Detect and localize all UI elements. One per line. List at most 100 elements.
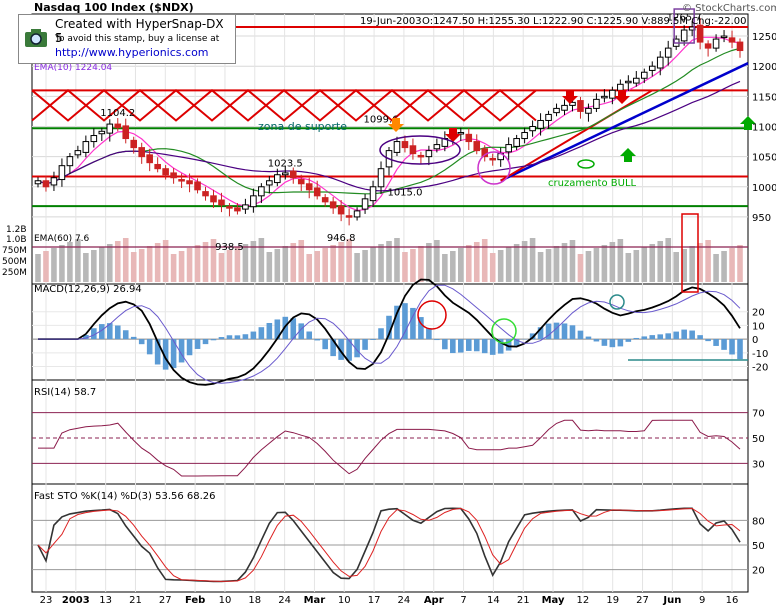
- volume-bar: [179, 251, 185, 282]
- macd-histogram-bar: [610, 339, 616, 347]
- volume-bar: [51, 248, 57, 282]
- x-tick-label: 27: [636, 595, 649, 606]
- volume-bar: [67, 242, 73, 282]
- candle-body: [346, 216, 352, 218]
- volume-bar: [378, 244, 384, 282]
- candle-body: [243, 205, 249, 209]
- macd-histogram-bar: [466, 339, 472, 351]
- macd-histogram-bar: [322, 339, 328, 349]
- volume-bar: [530, 238, 536, 282]
- candle-body: [171, 173, 177, 178]
- volume-bar: [729, 248, 735, 282]
- macd-histogram-bar: [267, 323, 273, 339]
- volume-bar: [370, 247, 376, 282]
- macd-histogram-bar: [131, 337, 137, 339]
- price-tick-label: 1200: [752, 62, 776, 73]
- volume-tick-label: 500M: [2, 257, 27, 267]
- macd-histogram-bar: [195, 339, 201, 349]
- candle-body: [657, 57, 663, 68]
- candle-body: [203, 192, 209, 196]
- macd-histogram-bar: [482, 339, 488, 353]
- volume-bar: [482, 239, 488, 282]
- macd-histogram-bar: [306, 331, 312, 339]
- sto-tick-label: 80: [752, 516, 765, 527]
- candle-body: [737, 42, 743, 50]
- candle-body: [35, 181, 41, 184]
- rsi-tick-label: 70: [752, 409, 765, 420]
- candle-body: [322, 198, 328, 202]
- macd-histogram-bar: [490, 339, 496, 355]
- volume-bar: [546, 249, 552, 282]
- macd-histogram-bar: [243, 334, 249, 339]
- candle-body: [123, 126, 129, 139]
- macd-histogram-bar: [362, 339, 368, 350]
- volume-bar: [474, 242, 480, 282]
- volume-bar: [131, 252, 137, 282]
- candle-body: [634, 78, 640, 83]
- volume-bar: [354, 253, 360, 282]
- volume-bar: [450, 251, 456, 282]
- volume-bar: [426, 243, 432, 282]
- volume-bar: [298, 240, 304, 282]
- volume-bar: [346, 239, 352, 282]
- macd-histogram-bar: [378, 328, 384, 339]
- volume-bar: [721, 251, 727, 282]
- volume-tick-label: 1.2B: [6, 225, 27, 235]
- rsi-tick-label: 30: [752, 459, 765, 470]
- x-tick-label: 27: [159, 595, 172, 606]
- volume-bar: [43, 251, 49, 282]
- candle-body: [578, 101, 584, 112]
- macd-histogram-bar: [705, 339, 711, 341]
- macd-histogram-bar: [649, 335, 655, 339]
- macd-histogram-bar: [562, 323, 568, 339]
- volume-bar: [538, 252, 544, 282]
- candle-body: [362, 199, 368, 209]
- x-tick-label: 7: [460, 595, 466, 606]
- hypersnap-stamp: Created with HyperSnap-DX 5 To avoid thi…: [18, 14, 236, 64]
- candle-body: [163, 169, 169, 175]
- candle-body: [506, 145, 512, 152]
- macd-histogram-bar: [602, 339, 608, 346]
- volume-bar: [506, 247, 512, 282]
- volume-bar: [306, 254, 312, 282]
- candle-body: [402, 142, 408, 148]
- macd-histogram-bar: [570, 325, 576, 339]
- candle-body: [562, 105, 568, 110]
- candle-body: [179, 180, 185, 182]
- candle-body: [641, 72, 647, 78]
- macd-histogram-bar: [721, 339, 727, 350]
- x-tick-label: 24: [398, 595, 411, 606]
- x-tick-label: Feb: [185, 595, 205, 606]
- macd-tick-label: 20: [752, 308, 765, 319]
- macd-histogram-bar: [123, 330, 129, 339]
- cruzamento-bull-label: cruzamento BULL: [548, 178, 637, 189]
- volume-tick-label: 750M: [2, 246, 27, 256]
- stamp-line-3: http://www.hyperionics.com: [55, 46, 209, 59]
- candle-body: [705, 44, 711, 48]
- candle-body: [67, 157, 73, 166]
- volume-bar: [147, 246, 153, 282]
- candle-body: [290, 171, 296, 178]
- price-tick-label: 1100: [752, 122, 776, 133]
- sto-title: Fast STO %K(14) %D(3) 53.56 68.26: [34, 491, 216, 502]
- volume-bar: [466, 245, 472, 282]
- macd-histogram-bar: [115, 326, 121, 340]
- volume-tick-label: 250M: [2, 268, 27, 278]
- candle-body: [490, 158, 496, 160]
- volume-bar: [123, 238, 129, 282]
- macd-histogram-bar: [426, 328, 432, 339]
- volume-bar: [322, 248, 328, 282]
- volume-bar: [107, 244, 113, 282]
- volume-bar: [458, 248, 464, 282]
- candle-body: [522, 133, 528, 139]
- candle-body: [195, 182, 201, 190]
- volume-bar: [578, 254, 584, 282]
- x-tick-label: 2003: [62, 595, 90, 606]
- candle-body: [43, 181, 49, 187]
- volume-bar: [498, 250, 504, 282]
- volume-bar: [59, 245, 65, 282]
- macd-tick-label: 0: [752, 335, 758, 346]
- volume-bar: [737, 245, 743, 282]
- macd-histogram-bar: [578, 331, 584, 339]
- volume-bar: [163, 240, 169, 282]
